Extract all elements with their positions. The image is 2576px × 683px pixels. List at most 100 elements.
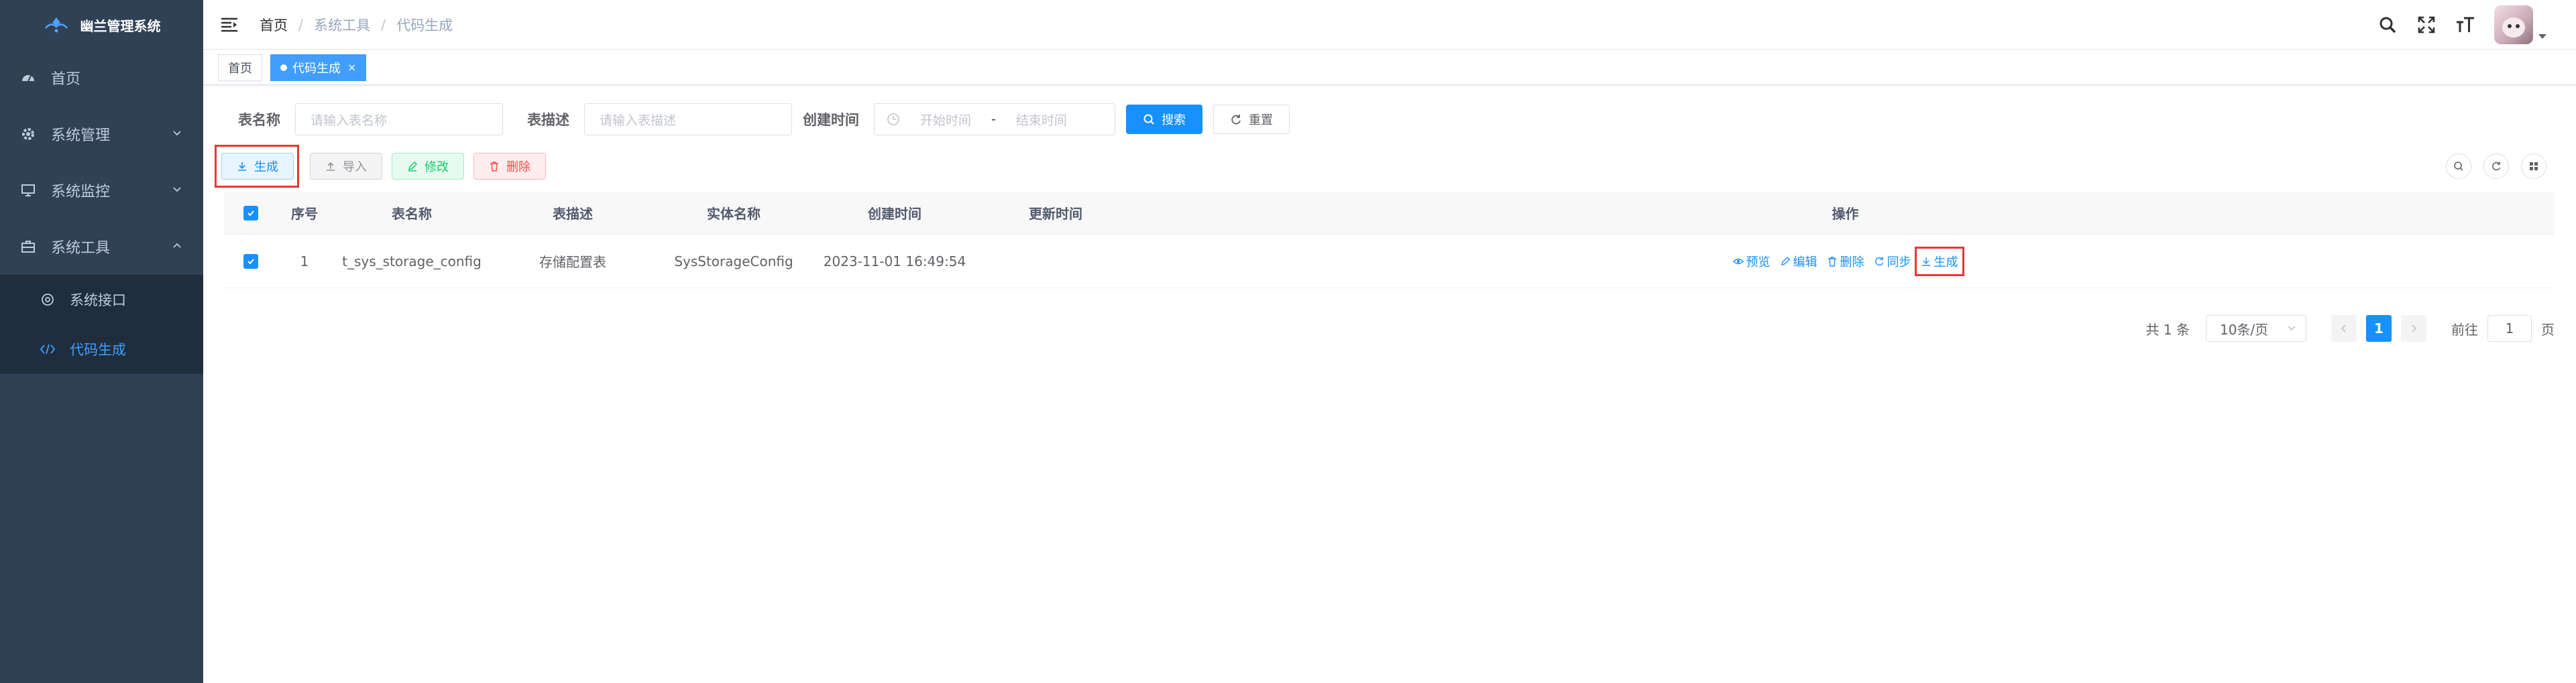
total-count: 共 1 条 [2145, 321, 2190, 338]
hamburger-icon[interactable] [219, 15, 239, 35]
tag-code-generation[interactable]: 代码生成 × [270, 54, 367, 81]
table-desc-input[interactable]: 请输入表描述 [584, 103, 792, 135]
sidebar-item-code-generation[interactable]: 代码生成 [0, 324, 203, 374]
code-icon [40, 342, 55, 357]
edit-link[interactable]: 编辑 [1780, 253, 1817, 270]
sidebar-item-system-api[interactable]: 系统接口 [0, 275, 203, 324]
columns-button[interactable] [2521, 153, 2546, 179]
fullscreen-icon[interactable] [2416, 15, 2437, 35]
reset-button-label: 重置 [1249, 113, 1273, 127]
page-size-value: 10条/页 [2220, 321, 2269, 338]
gear-icon [20, 126, 36, 142]
active-dot-icon [280, 64, 287, 71]
refresh-button[interactable] [2483, 153, 2509, 179]
tag-label: 代码生成 [292, 61, 341, 76]
delete-link[interactable]: 删除 [1827, 253, 1864, 270]
breadcrumb-home[interactable]: 首页 [260, 15, 288, 35]
start-time-placeholder[interactable]: 开始时间 [920, 111, 971, 129]
generate-link[interactable]: 生成 [1914, 246, 1964, 276]
edit-label: 编辑 [1793, 255, 1817, 269]
page-number[interactable]: 1 [2366, 315, 2392, 342]
caret-down-icon[interactable] [2538, 34, 2546, 39]
select-all-checkbox[interactable] [243, 205, 258, 221]
download-icon [1921, 257, 1930, 266]
monitor-icon [20, 182, 36, 198]
eye-icon [1732, 258, 1744, 264]
sidebar-item-system-monitor[interactable]: 系统监控 [0, 162, 203, 219]
goto-label: 前往 [2451, 321, 2478, 338]
select-all-cell [224, 205, 278, 221]
refresh-icon [2492, 162, 2501, 171]
sidebar-item-system-management[interactable]: 系统管理 [0, 106, 203, 162]
created-time-label: 创建时间 [803, 112, 859, 128]
generate-label: 生成 [1934, 255, 1958, 269]
row-index: 1 [300, 253, 309, 269]
close-icon[interactable]: × [347, 61, 356, 74]
tag-home[interactable]: 首页 [218, 54, 262, 81]
logo: 幽兰管理系统 [0, 0, 203, 50]
sidebar-item-label: 系统监控 [51, 184, 111, 200]
search-icon[interactable] [2377, 15, 2398, 35]
row-select-cell [224, 253, 278, 269]
row-checkbox[interactable] [243, 253, 258, 269]
table-name-label: 表名称 [238, 112, 280, 128]
pagination: 共 1 条 10条/页 1 前往 1 页 [2146, 315, 2555, 342]
edit-icon [408, 161, 418, 172]
column-header: 表描述 [553, 206, 593, 222]
date-range-picker[interactable]: 开始时间 - 结束时间 [874, 103, 1115, 135]
table-name-placeholder: 请输入表名称 [311, 113, 388, 128]
trash-icon [1828, 256, 1836, 267]
breadcrumb-system-tools: 系统工具 [314, 17, 371, 34]
tag-label: 首页 [228, 61, 252, 76]
delete-button[interactable]: 删除 [473, 153, 546, 180]
preview-link[interactable]: 预览 [1732, 253, 1771, 270]
chevron-right-icon [2412, 324, 2417, 332]
prev-page-button[interactable] [2331, 315, 2357, 342]
range-separator: - [991, 112, 996, 127]
column-header: 序号 [291, 206, 318, 222]
delete-button-label: 删除 [506, 160, 530, 174]
breadcrumb-current: 代码生成 [396, 17, 453, 34]
reset-button[interactable]: 重置 [1213, 105, 1290, 134]
sync-label: 同步 [1887, 255, 1911, 269]
end-time-placeholder[interactable]: 结束时间 [1016, 111, 1067, 129]
row-table-name: t_sys_storage_config [342, 253, 482, 269]
right-toolbar [2446, 153, 2546, 179]
refresh-icon [1231, 115, 1241, 125]
next-page-button[interactable] [2401, 315, 2426, 342]
import-button[interactable]: 导入 [310, 153, 382, 180]
sidebar-item-system-tools[interactable]: 系统工具 [0, 219, 203, 275]
search-icon [2454, 162, 2463, 171]
tags-view: 首页 代码生成 × [203, 50, 2576, 85]
delete-label: 删除 [1840, 255, 1864, 269]
row-entity-name: SysStorageConfig [674, 253, 793, 269]
sidebar-item-home[interactable]: 首页 [0, 50, 203, 106]
sidebar-item-label: 代码生成 [70, 342, 126, 358]
breadcrumb-separator: / [381, 16, 386, 33]
sidebar-item-label: 系统工具 [51, 240, 111, 257]
breadcrumb: 首页 / 系统工具 / 代码生成 [260, 15, 453, 35]
sync-link[interactable]: 同步 [1874, 253, 1911, 270]
search-icon [1143, 114, 1154, 125]
goto-page-input[interactable]: 1 [2487, 315, 2532, 342]
logo-icon [44, 17, 68, 33]
sidebar-item-label: 系统管理 [51, 127, 111, 144]
font-size-icon[interactable] [2455, 15, 2475, 35]
modify-button-label: 修改 [425, 160, 449, 174]
column-header: 创建时间 [868, 206, 921, 222]
table-desc-label: 表描述 [527, 112, 569, 128]
avatar[interactable] [2494, 5, 2533, 44]
chevron-left-icon [2341, 324, 2346, 332]
table-name-input[interactable]: 请输入表名称 [295, 103, 503, 135]
navbar-right [2377, 5, 2546, 44]
app-title: 幽兰管理系统 [80, 17, 161, 34]
search-button-label: 搜索 [1162, 113, 1186, 127]
modify-button[interactable]: 修改 [392, 153, 464, 180]
page-size-select[interactable]: 10条/页 [2206, 315, 2306, 342]
search-button[interactable]: 搜索 [1126, 105, 1202, 134]
import-button-label: 导入 [343, 160, 367, 174]
refresh-icon [1874, 257, 1883, 265]
column-header: 实体名称 [707, 206, 761, 222]
toggle-search-button[interactable] [2446, 153, 2471, 179]
table-desc-placeholder: 请输入表描述 [600, 113, 677, 128]
